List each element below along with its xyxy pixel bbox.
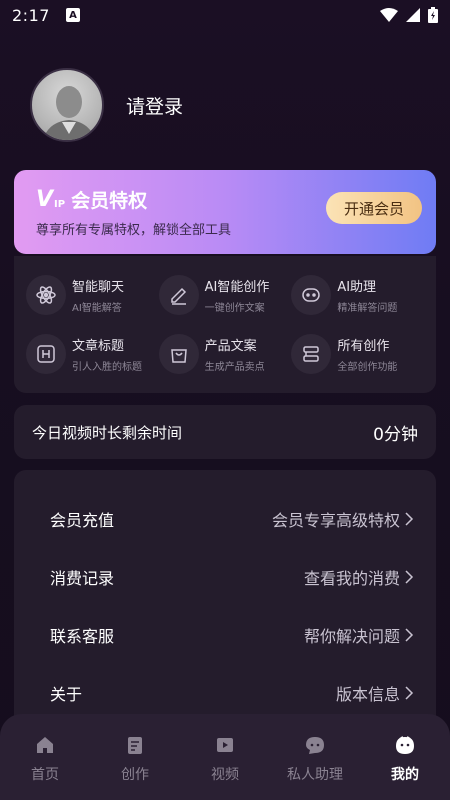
- feature-desc: AI智能解答: [72, 303, 122, 315]
- vip-title: 会员特权: [71, 190, 148, 212]
- feature-article-title[interactable]: 文章标题 引人入胜的标题: [26, 325, 159, 384]
- menu-item-consumption[interactable]: 消费记录 查看我的消费: [50, 548, 414, 606]
- chevron-right-icon: [405, 628, 414, 642]
- video-time-label: 今日视频时长剩余时间: [32, 423, 183, 442]
- feature-all-creation[interactable]: 所有创作 全部创作功能: [291, 325, 424, 384]
- bottom-tab-bar: 首页 创作 视频 私人助理 我的: [0, 714, 450, 800]
- home-icon: [37, 737, 53, 753]
- pencil-icon: [158, 275, 199, 316]
- avatar[interactable]: [30, 68, 104, 142]
- feature-ai-assistant[interactable]: AI助理 精准解答问题: [291, 266, 424, 325]
- status-bar: 2:17 A: [0, 0, 450, 30]
- login-link[interactable]: 请登录: [126, 92, 183, 119]
- menu-item-recharge[interactable]: 会员充值 会员专享高级特权: [50, 490, 414, 548]
- tab-home[interactable]: 首页: [5, 734, 85, 800]
- atom-icon: [26, 275, 66, 316]
- chevron-right-icon: [405, 686, 414, 700]
- menu-value: 会员专享高级特权: [271, 511, 400, 530]
- feature-product-copy[interactable]: 产品文案 生成产品卖点: [158, 325, 292, 384]
- chevron-right-icon: [405, 512, 414, 526]
- tab-label: 视频: [211, 767, 239, 783]
- feature-name: 文章标题: [72, 338, 125, 354]
- open-vip-button[interactable]: 开通会员: [326, 192, 422, 224]
- feature-name: 产品文案: [204, 338, 257, 354]
- tab-label: 私人助理: [287, 767, 343, 783]
- video-time-value: 0分钟: [373, 424, 418, 445]
- menu-value: 查看我的消费: [303, 569, 400, 588]
- vip-card[interactable]: V IP 会员特权 尊享所有专属特权，解锁全部工具 开通会员: [14, 170, 436, 254]
- feature-name: AI助理: [337, 280, 377, 296]
- chat-bubble-icon: [306, 737, 324, 754]
- battery-icon: [428, 7, 438, 23]
- profile-section[interactable]: 请登录: [30, 68, 183, 142]
- menu-item-support[interactable]: 联系客服 帮你解决问题: [50, 606, 414, 664]
- vip-logo: V IP: [36, 187, 66, 212]
- shopping-bag-icon: [158, 333, 199, 374]
- feature-desc: 引人入胜的标题: [72, 361, 142, 373]
- feature-name: 所有创作: [337, 338, 390, 354]
- profile-face-icon: [396, 736, 414, 754]
- feature-smart-chat[interactable]: 智能聊天 AI智能解答: [26, 266, 159, 325]
- robot-icon: [291, 275, 332, 316]
- feature-ai-creation[interactable]: AI智能创作 一键创作文案: [158, 266, 292, 325]
- tab-create[interactable]: 创作: [95, 734, 175, 800]
- menu-value: 帮你解决问题: [303, 627, 400, 646]
- feature-desc: 一键创作文案: [204, 303, 265, 315]
- default-avatar-icon: [42, 86, 96, 140]
- stack-icon: [291, 333, 332, 374]
- feature-name: 智能聊天: [72, 280, 125, 296]
- tab-assistant[interactable]: 私人助理: [275, 734, 355, 800]
- menu-label: 联系客服: [50, 627, 115, 646]
- wifi-icon: [380, 8, 398, 22]
- tab-mine[interactable]: 我的: [365, 734, 445, 800]
- heading-icon: [26, 333, 66, 374]
- tab-label: 首页: [31, 767, 59, 783]
- status-time: 2:17: [12, 5, 50, 25]
- tab-label: 创作: [121, 767, 149, 783]
- feature-desc: 精准解答问题: [337, 303, 398, 315]
- notification-a-icon: A: [65, 8, 80, 22]
- menu-label: 关于: [50, 685, 83, 704]
- feature-grid: 智能聊天 AI智能解答 AI智能创作 一键创作文案 AI助理 精准解答问题 文章…: [14, 256, 436, 393]
- document-icon: [128, 737, 142, 754]
- tab-video[interactable]: 视频: [185, 734, 265, 800]
- feature-desc: 生成产品卖点: [204, 361, 265, 373]
- video-icon: [217, 738, 233, 752]
- chevron-right-icon: [405, 570, 414, 584]
- signal-icon: [406, 8, 420, 22]
- feature-desc: 全部创作功能: [337, 361, 398, 373]
- menu-label: 会员充值: [50, 511, 115, 530]
- menu-value: 版本信息: [335, 685, 400, 704]
- menu-label: 消费记录: [50, 569, 115, 588]
- feature-name: AI智能创作: [204, 280, 270, 296]
- video-time-card: 今日视频时长剩余时间 0分钟: [14, 405, 436, 459]
- tab-label: 我的: [391, 767, 419, 783]
